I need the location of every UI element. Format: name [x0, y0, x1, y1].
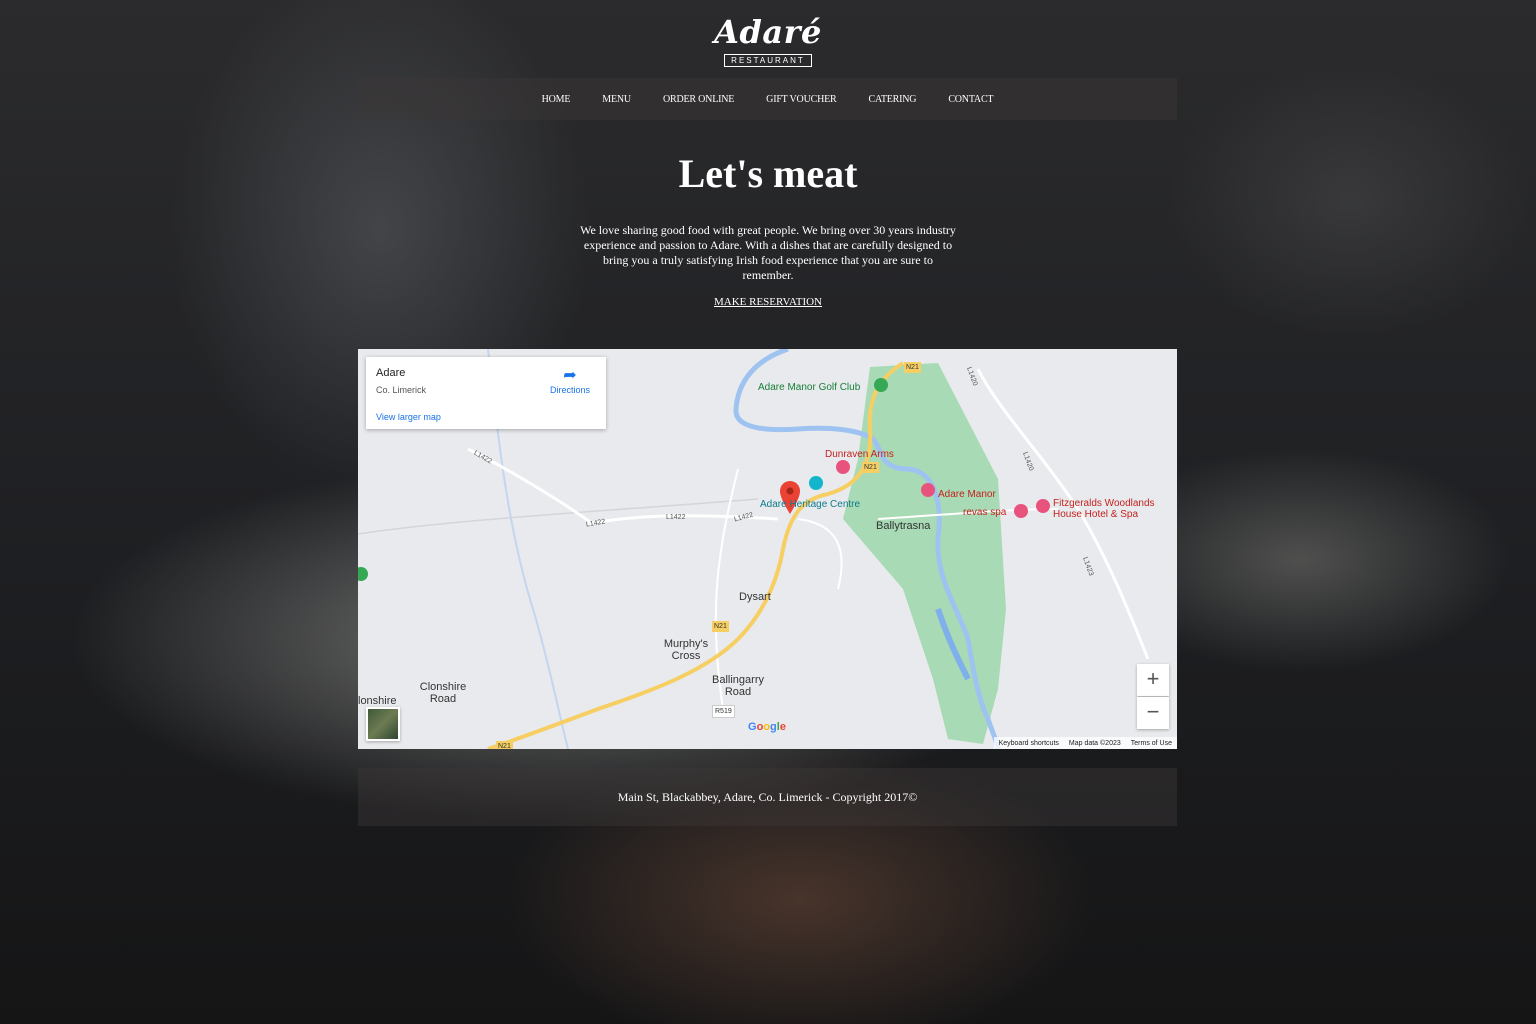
- satellite-toggle[interactable]: [366, 707, 400, 741]
- view-larger-map-link[interactable]: View larger map: [376, 412, 441, 422]
- nav-contact[interactable]: CONTACT: [948, 94, 993, 105]
- logo[interactable]: Adaré RESTAURANT: [0, 14, 1536, 68]
- make-reservation-link[interactable]: MAKE RESERVATION: [714, 296, 822, 308]
- r519-shield: R519: [712, 705, 735, 718]
- google-logo: Google: [748, 721, 786, 733]
- fitzgeralds-hotel-label[interactable]: Fitzgeralds Woodlands House Hotel & Spa: [1053, 498, 1173, 520]
- nav-catering[interactable]: CATERING: [868, 94, 916, 105]
- map-data-label: Map data ©2023: [1068, 739, 1121, 747]
- n21-shield: N21: [904, 362, 921, 373]
- directions-button[interactable]: ➦ Directions: [542, 367, 598, 395]
- directions-icon: ➦: [563, 367, 577, 384]
- nav-order-online[interactable]: ORDER ONLINE: [663, 94, 734, 105]
- nav-home[interactable]: HOME: [542, 94, 571, 105]
- directions-label: Directions: [549, 385, 590, 395]
- hero-text: We love sharing good food with great peo…: [580, 223, 956, 282]
- n21-shield-2: N21: [862, 462, 879, 473]
- map-attribution-bar: Keyboard shortcuts Map data ©2023 Terms …: [993, 737, 1177, 749]
- nav-gift-voucher[interactable]: GIFT VOUCHER: [766, 94, 836, 105]
- footer-text: Main St, Blackabbey, Adare, Co. Limerick…: [617, 789, 918, 804]
- dunraven-arms-label[interactable]: Dunraven Arms: [825, 449, 894, 460]
- ballytrasna-label: Ballytrasna: [876, 520, 931, 532]
- logo-script: Adaré: [714, 13, 822, 51]
- main-nav: HOME MENU ORDER ONLINE GIFT VOUCHER CATE…: [358, 78, 1177, 120]
- golf-club-label[interactable]: Adare Manor Golf Club: [758, 382, 860, 393]
- lonshire-label: lonshire: [358, 695, 397, 707]
- place-name: Adare: [376, 367, 406, 379]
- dysart-label: Dysart: [739, 591, 771, 603]
- zoom-out-button[interactable]: −: [1137, 697, 1169, 729]
- place-address: Co. Limerick: [376, 385, 427, 395]
- nav-menu[interactable]: MENU: [602, 94, 631, 105]
- page-footer: Main St, Blackabbey, Adare, Co. Limerick…: [358, 768, 1177, 826]
- terms-of-use-link[interactable]: Terms of Use: [1131, 740, 1172, 747]
- logo-subtitle: RESTAURANT: [724, 54, 812, 67]
- revas-spa-label[interactable]: revas spa: [963, 507, 1006, 518]
- n21-shield-4: N21: [496, 741, 513, 749]
- murphys-cross-label: Murphy's Cross: [663, 638, 709, 662]
- heritage-centre-label[interactable]: Adare Heritage Centre: [760, 499, 860, 510]
- ballingarry-road-label: Ballingarry Road: [712, 674, 764, 698]
- l1422-label-3: L1422: [666, 514, 686, 521]
- keyboard-shortcuts-link[interactable]: Keyboard shortcuts: [999, 740, 1059, 747]
- zoom-in-button[interactable]: +: [1137, 664, 1169, 696]
- google-map[interactable]: Adare Co. Limerick View larger map ➦ Dir…: [358, 349, 1177, 749]
- place-card: Adare Co. Limerick View larger map ➦ Dir…: [366, 357, 606, 429]
- clonshire-road-label: Clonshire Road: [419, 681, 467, 705]
- adare-manor-label[interactable]: Adare Manor: [938, 489, 996, 500]
- hero-title: Let's meat: [678, 151, 858, 196]
- n21-shield-3: N21: [712, 621, 729, 632]
